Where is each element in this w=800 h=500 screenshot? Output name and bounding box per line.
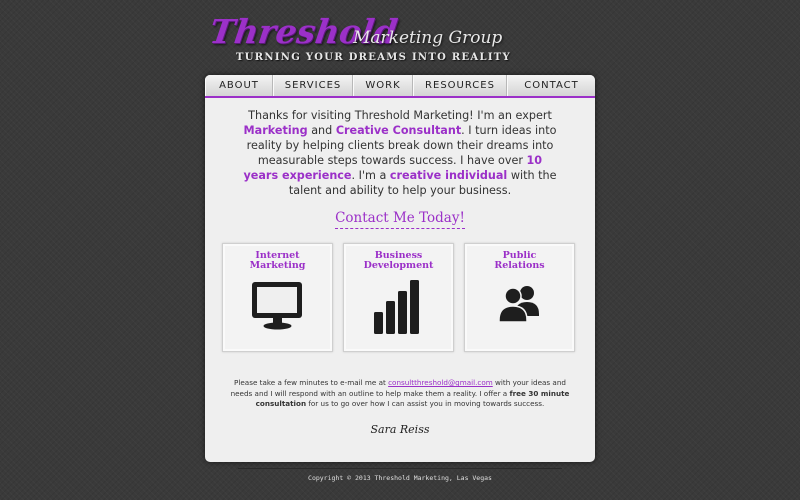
content-panel: ABOUT SERVICES WORK RESOURCES CONTACT Th… (205, 75, 595, 462)
nav-item-work[interactable]: WORK (353, 75, 413, 96)
highlight-marketing: Marketing (243, 124, 308, 137)
service-title: Business Development (363, 250, 434, 271)
intro-text: . I'm a (351, 169, 390, 182)
contact-text: Please take a few minutes to e-mail me a… (234, 378, 389, 387)
footer-copyright: Copyright © 2013 Threshold Marketing, La… (308, 474, 492, 482)
nav-item-about[interactable]: ABOUT (205, 75, 273, 96)
intro-text: and (307, 124, 336, 137)
service-card-business-development[interactable]: Business Development (343, 243, 454, 352)
contact-paragraph: Please take a few minutes to e-mail me a… (227, 378, 573, 410)
highlight-creative: creative individual (389, 169, 508, 182)
intro-text: Thanks for visiting Threshold Marketing!… (248, 109, 552, 122)
service-title: Internet Marketing (249, 250, 306, 271)
email-link[interactable]: consultthreshold@gmail.com (388, 378, 493, 387)
people-icon (498, 286, 539, 323)
nav-item-contact[interactable]: CONTACT (507, 75, 595, 96)
tagline: TURNING YOUR DREAMS INTO REALITY (236, 52, 511, 63)
contact-me-link[interactable]: Contact Me Today! (335, 210, 465, 229)
logo-subtitle: Marketing Group (353, 28, 503, 48)
footer-divider (238, 468, 562, 469)
services-row: Internet Marketing Business Development … (222, 243, 575, 353)
bar-chart-icon (374, 280, 419, 334)
intro-paragraph: Thanks for visiting Threshold Marketing!… (240, 108, 560, 198)
main-nav: ABOUT SERVICES WORK RESOURCES CONTACT (205, 75, 595, 98)
service-card-public-relations[interactable]: Public Relations (464, 243, 575, 352)
highlight-consultant: Creative Consultant (335, 124, 462, 137)
nav-item-services[interactable]: SERVICES (273, 75, 353, 96)
service-title: Public Relations (494, 250, 545, 271)
signature: Sara Reiss (370, 423, 430, 436)
site-header: Threshold Marketing Group TURNING YOUR D… (207, 12, 511, 72)
nav-item-resources[interactable]: RESOURCES (413, 75, 507, 96)
monitor-icon (252, 282, 302, 330)
contact-text: for us to go over how I can assist you i… (306, 399, 545, 408)
service-card-internet-marketing[interactable]: Internet Marketing (222, 243, 333, 352)
